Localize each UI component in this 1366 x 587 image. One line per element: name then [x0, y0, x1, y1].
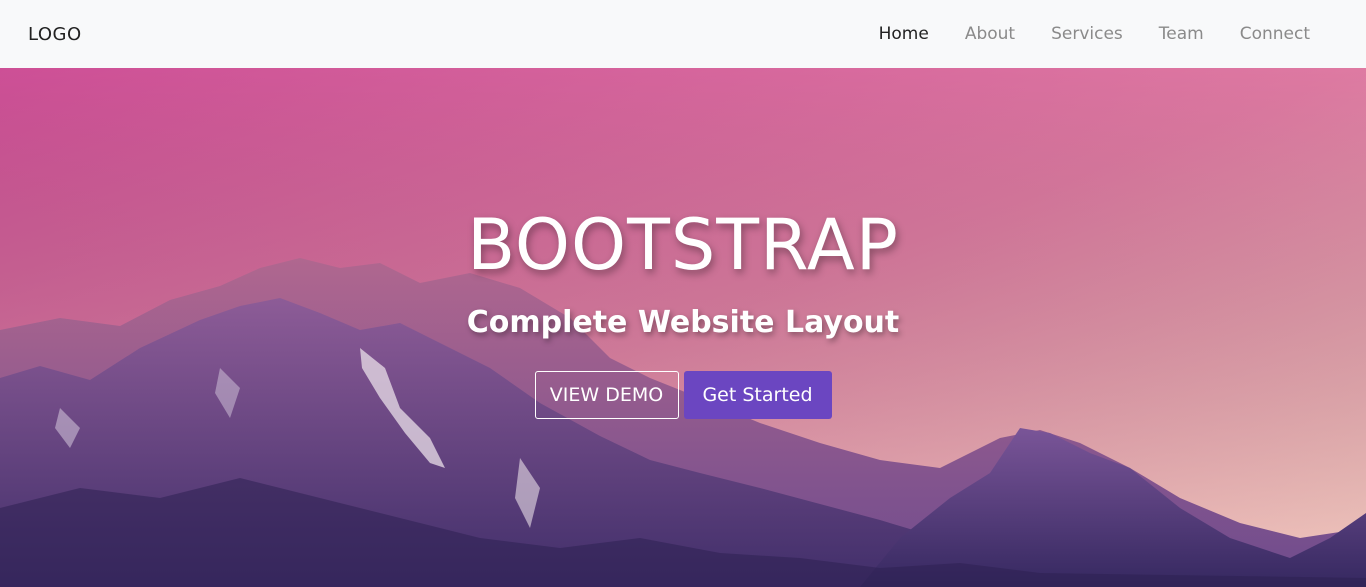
hero-title: BOOTSTRAP: [467, 204, 899, 286]
navbar: LOGO Home About Services Team Connect: [0, 0, 1366, 68]
nav-links: Home About Services Team Connect: [843, 24, 1310, 44]
nav-link-home[interactable]: Home: [879, 24, 929, 44]
hero-section: BOOTSTRAP Complete Website Layout VIEW D…: [0, 68, 1366, 587]
view-demo-button[interactable]: VIEW DEMO: [534, 371, 679, 419]
hero-buttons: VIEW DEMO Get Started: [0, 371, 1366, 419]
nav-link-connect[interactable]: Connect: [1240, 24, 1310, 44]
get-started-button[interactable]: Get Started: [683, 371, 832, 419]
nav-link-about[interactable]: About: [965, 24, 1015, 44]
hero-content: BOOTSTRAP Complete Website Layout VIEW D…: [0, 68, 1366, 587]
logo[interactable]: LOGO: [28, 24, 82, 45]
nav-link-services[interactable]: Services: [1051, 24, 1123, 44]
hero-subtitle: Complete Website Layout: [466, 305, 900, 340]
nav-link-team[interactable]: Team: [1159, 24, 1204, 44]
